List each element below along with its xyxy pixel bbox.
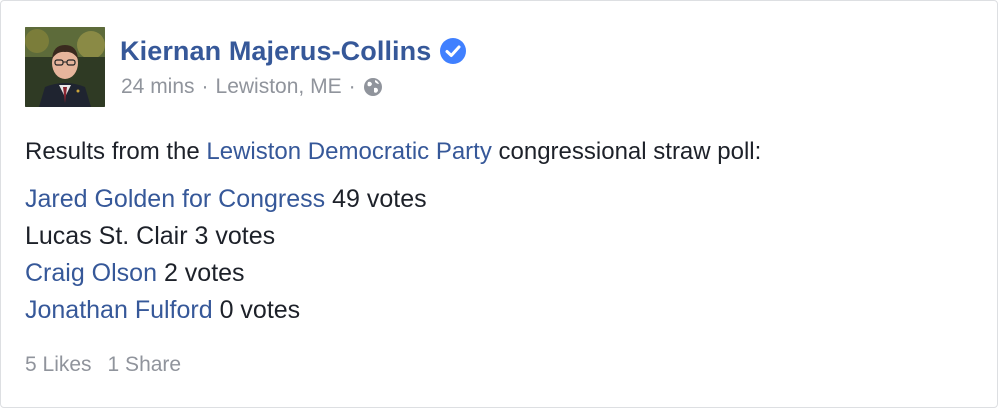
vote-count: 3 votes: [187, 222, 276, 250]
result-row: Lucas St. Clair 3 votes: [25, 218, 427, 255]
result-row: Jonathan Fulford 0 votes: [25, 292, 427, 329]
page-link-lewiston-democratic-party[interactable]: Lewiston Democratic Party: [206, 138, 491, 165]
candidate-link-jared-golden[interactable]: Jared Golden for Congress: [25, 185, 325, 213]
globe-icon[interactable]: [363, 77, 383, 97]
vote-count: 49 votes: [325, 185, 427, 213]
post-text: Results from the Lewiston Democratic Par…: [25, 134, 761, 170]
candidate-link-craig-olson[interactable]: Craig Olson: [25, 259, 157, 287]
facebook-post: Kiernan Majerus-Collins 24 mins · Lewist…: [0, 0, 998, 408]
post-timestamp[interactable]: 24 mins: [121, 75, 195, 99]
poll-results: Jared Golden for Congress 49 votes Lucas…: [25, 181, 427, 329]
post-engagement: 5 Likes 1 Share: [25, 353, 181, 377]
candidate-link-jonathan-fulford[interactable]: Jonathan Fulford: [25, 296, 213, 324]
profile-photo: [25, 27, 105, 107]
meta-separator: ·: [348, 75, 356, 98]
candidate-name-lucas-st-clair: Lucas St. Clair: [25, 222, 188, 250]
post-text-outro: congressional straw poll:: [491, 138, 762, 165]
shares-count[interactable]: 1 Share: [108, 353, 182, 377]
result-row: Jared Golden for Congress 49 votes: [25, 181, 427, 218]
likes-count[interactable]: 5 Likes: [25, 353, 92, 377]
author-line: Kiernan Majerus-Collins: [120, 31, 467, 71]
post-text-intro: Results from the: [25, 138, 207, 165]
result-row: Craig Olson 2 votes: [25, 255, 427, 292]
avatar[interactable]: [25, 27, 105, 107]
meta-separator: ·: [201, 75, 209, 98]
author-name[interactable]: Kiernan Majerus-Collins: [120, 36, 431, 67]
post-meta: 24 mins · Lewiston, ME ·: [121, 71, 383, 103]
vote-count: 2 votes: [157, 259, 245, 287]
verified-badge-icon: [439, 37, 467, 65]
vote-count: 0 votes: [212, 296, 301, 324]
post-location[interactable]: Lewiston, ME: [216, 75, 342, 99]
